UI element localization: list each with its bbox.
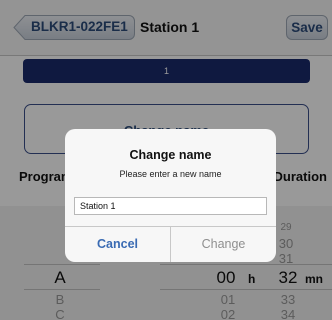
dialog-message: Please enter a new name <box>119 169 222 179</box>
change-button[interactable]: Change <box>171 227 276 262</box>
dialog-button-row: Cancel Change <box>65 226 276 262</box>
dialog-title: Change name <box>129 148 212 162</box>
change-name-dialog: Change name Please enter a new name Stat… <box>65 129 276 262</box>
name-input[interactable]: Station 1 <box>74 197 267 215</box>
cancel-button[interactable]: Cancel <box>65 227 170 262</box>
